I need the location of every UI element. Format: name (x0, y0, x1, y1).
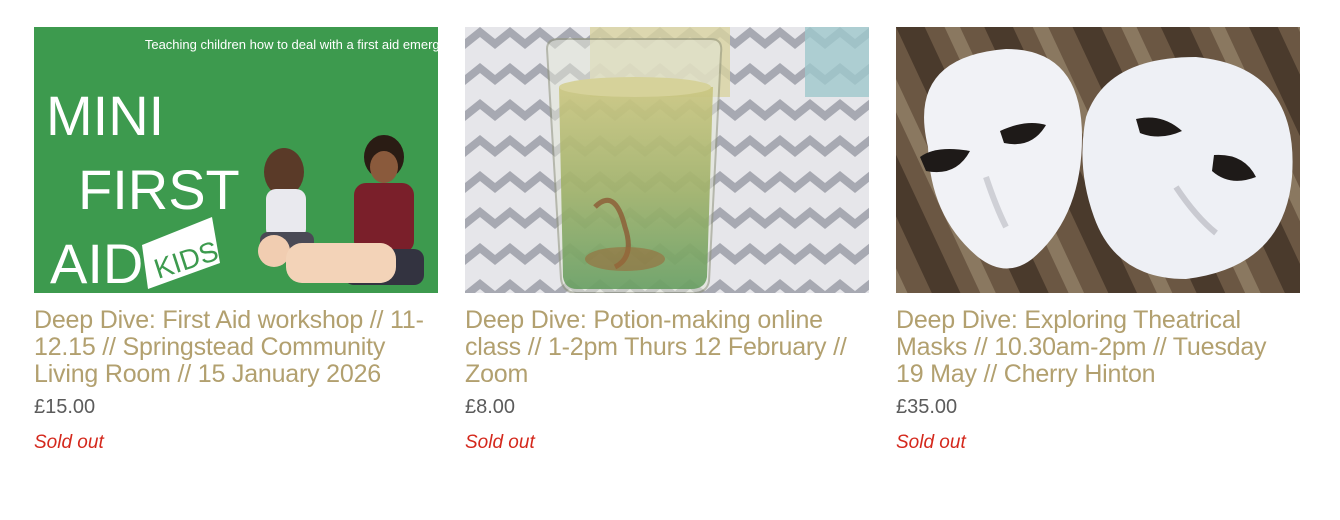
product-card: Teaching children how to deal with a fir… (34, 27, 438, 454)
sold-out-label: Sold out (896, 432, 966, 453)
product-title[interactable]: Deep Dive: Exploring Theatrical Masks //… (896, 307, 1300, 388)
mask-right (1082, 57, 1293, 279)
product-grid: Teaching children how to deal with a fir… (34, 27, 1300, 454)
product-card: Deep Dive: Potion-making online class //… (465, 27, 869, 454)
image-title-first: FIRST (78, 158, 240, 221)
image-title-aid: AID (50, 232, 143, 293)
product-title[interactable]: Deep Dive: First Aid workshop // 11-12.1… (34, 307, 438, 388)
product-price: £8.00 (465, 396, 516, 418)
image-title-mini: MINI (46, 84, 164, 147)
beaker (545, 38, 723, 293)
sold-out-label: Sold out (465, 432, 535, 453)
sold-out-label: Sold out (34, 432, 104, 453)
product-image-potion[interactable] (465, 27, 869, 293)
product-price: £35.00 (896, 396, 958, 418)
product-price: £15.00 (34, 396, 96, 418)
product-card: Deep Dive: Exploring Theatrical Masks //… (896, 27, 1300, 454)
product-image-first-aid[interactable]: Teaching children how to deal with a fir… (34, 27, 438, 293)
product-title[interactable]: Deep Dive: Potion-making online class //… (465, 307, 869, 388)
image-caption-top: Teaching children how to deal with a fir… (145, 37, 438, 52)
product-image-masks[interactable] (896, 27, 1300, 293)
